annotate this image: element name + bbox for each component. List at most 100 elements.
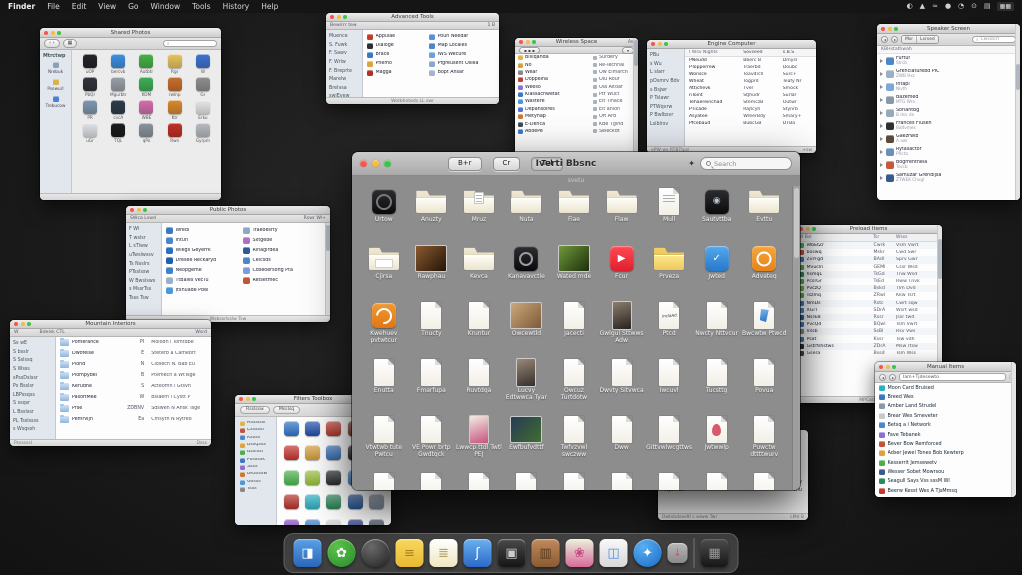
table-row[interactable]: Wonsce Toavdrcll Surc+ [685,71,816,78]
list-row[interactable]: Fave Tebanek [875,430,1016,439]
list-row[interactable]: Vssb SsBl Rsv Vws [795,328,942,336]
outline-row[interactable]: Furtur Strcb [877,54,1020,67]
file-cell[interactable]: Mull [645,188,693,245]
minimize-icon[interactable] [50,30,55,35]
file-cell[interactable]: Mruz [455,188,503,245]
segment[interactable]: Msr [902,36,918,43]
menu-item[interactable]: Tools [192,2,210,11]
app-icon-cell[interactable] [303,445,321,466]
minimize-icon[interactable] [20,322,25,326]
status-icon[interactable]: ● [945,3,951,10]
app-icon-cell[interactable] [325,445,343,466]
app-icon-cell[interactable] [282,420,300,442]
file-item[interactable]: Cdseoersofig Pta [242,265,327,275]
file-item[interactable]: Magga [366,68,425,77]
file-item[interactable]: Brace [366,50,425,59]
status-icon[interactable]: ▤ [984,3,991,10]
list-row[interactable]: hsmqL TsGd Tnw Wsd [795,270,942,278]
app-icon-cell[interactable]: TQL [105,123,131,143]
file-item[interactable]: Poun Needar [428,32,496,41]
app-icon-cell[interactable] [325,420,343,442]
zoom-icon[interactable] [384,160,391,167]
sidebar-item[interactable]: Psewurl [43,78,68,91]
list-row[interactable]: Brear Wes Smeveter [875,411,1016,420]
file-cell[interactable]: Iwcuvl [645,359,693,416]
list-row[interactable]: Kesserrit Jemsewetv [875,458,1016,467]
menu-item[interactable]: Edit [72,2,87,11]
file-cell[interactable]: Lucvy Edtwwca Tyar [503,359,551,416]
window-manual-items[interactable]: Manual Items Iam+Tjdesewto ▯ Moon Card B… [875,362,1016,497]
sidebar-item[interactable]: S. Fuwk [329,42,359,51]
window-wireless-space[interactable]: Wireless Space Aw ▪ ▪ ▪ ▾ Billiqanda Sur… [515,38,638,158]
list-row[interactable]: Gstrfshstws ZDrA Msw rtsw [795,342,942,350]
sidebar-item[interactable]: uTwslwssv [129,252,158,261]
sidebar-item[interactable]: L sTlww [129,243,158,252]
list-row[interactable]: PvcQd BQwl Tsm Vwrt [795,321,942,328]
file-item[interactable]: Dialoge [366,41,425,50]
file-item[interactable]: Neopgeme [165,265,239,275]
app-icon-cell[interactable] [325,469,343,491]
sidebar-item[interactable]: Marelw [329,76,359,85]
app-icon-cell[interactable] [325,494,343,515]
file-cell[interactable] [455,473,503,490]
file-item[interactable]: Pfgreusent Oslea [428,59,496,68]
minimize-icon[interactable] [805,227,810,231]
close-icon[interactable] [881,26,885,31]
file-cell[interactable]: Kanavavctie [503,245,551,302]
file-cell[interactable]: ◉ Sautvttba [693,188,741,245]
file-cell[interactable]: Urtow [360,188,408,245]
app-icon-cell[interactable] [282,445,300,466]
scrollbar-thumb[interactable] [937,239,942,279]
list-row[interactable]: Billiqanda Surdery [515,54,638,61]
folder-row[interactable]: PasoftMee W Bslaern i Cystt P [56,392,211,403]
sidebar-item[interactable]: P Tslawr [650,95,681,104]
file-item[interactable]: Appulae [366,32,425,41]
file-cell[interactable]: Jwtwwlp [693,416,741,473]
status-icon[interactable]: ⊙ [971,3,977,10]
app-icon-cell[interactable]: rwlnp [162,77,188,97]
scrollbar-thumb[interactable] [633,40,638,66]
app-icon-cell[interactable]: qPo [133,123,159,143]
dock-icon[interactable]: ʃ [463,539,492,567]
sidebar-item[interactable]: Trebucow [43,95,68,108]
scrollbar[interactable] [1015,24,1020,200]
file-cell[interactable]: Nuta [503,188,551,245]
window-advanced-tools[interactable]: Advanced Tools Bew/rrr tew 1 B Muence S. … [326,13,499,104]
sidebar-item[interactable]: Kssss [238,434,273,441]
minimize-icon[interactable] [136,208,141,212]
file-cell[interactable]: Fmarfupa [408,359,456,416]
back-button[interactable] [879,373,886,381]
file-item[interactable]: Inturl [165,235,239,245]
table-row[interactable]: Tehaereinchad StemczB Outwr [685,99,816,106]
file-item[interactable]: Jtxhuade Pbel [165,285,239,295]
file-cell[interactable]: Enutta [360,359,408,416]
dock-icon[interactable]: ✿ [327,539,356,567]
file-cell[interactable] [360,473,408,490]
menu-item[interactable]: Go [128,2,138,11]
file-cell[interactable] [550,473,598,490]
sidebar-item[interactable]: Esssssr [238,427,273,434]
list-row[interactable]: Depansoires Elt anion [515,106,638,113]
file-cell[interactable]: Gittvwlwcgttws [645,416,693,473]
file-item[interactable]: Ceicsds [242,255,327,265]
search-input[interactable]: ⌕ Cwsssrrl [972,36,1016,43]
sidebar-item[interactable]: Ts Nsslrs [129,261,158,270]
column-header[interactable]: W Bsl [799,235,870,240]
app-icon-cell[interactable] [282,494,300,515]
column-header[interactable]: I Wsv Nights [689,50,740,55]
column-header[interactable]: s.B.S [783,50,812,55]
sidebar-item[interactable]: S Wsss [13,366,52,375]
table-row[interactable]: PTicade Rajtcyh Stynrb [685,106,816,113]
sidebar-item[interactable]: Ss wE [13,340,52,349]
minimize-icon[interactable] [372,160,379,167]
list-row[interactable]: boswq Mskr Cwd Swr [795,249,942,256]
list-row[interactable]: Beerw Kesst Wes A TjsMmsq [875,486,1016,495]
window-shared-photos[interactable]: Shared Photos ‹ › ▦ ⌕ Mtrctwp Nrebuk Pse… [40,28,221,200]
column-header[interactable]: Sovseed [743,50,780,55]
sidebar-item[interactable]: T wslsr [129,235,158,244]
sidebar-item[interactable]: Psssssk [238,456,273,463]
status-icon[interactable]: ◐ [907,3,913,10]
sidebar-item[interactable]: F Wl [129,226,158,235]
sidebar-item[interactable]: PL Tsslssss [13,418,52,427]
file-cell[interactable]: Nwcty Nttvcur [693,302,741,359]
